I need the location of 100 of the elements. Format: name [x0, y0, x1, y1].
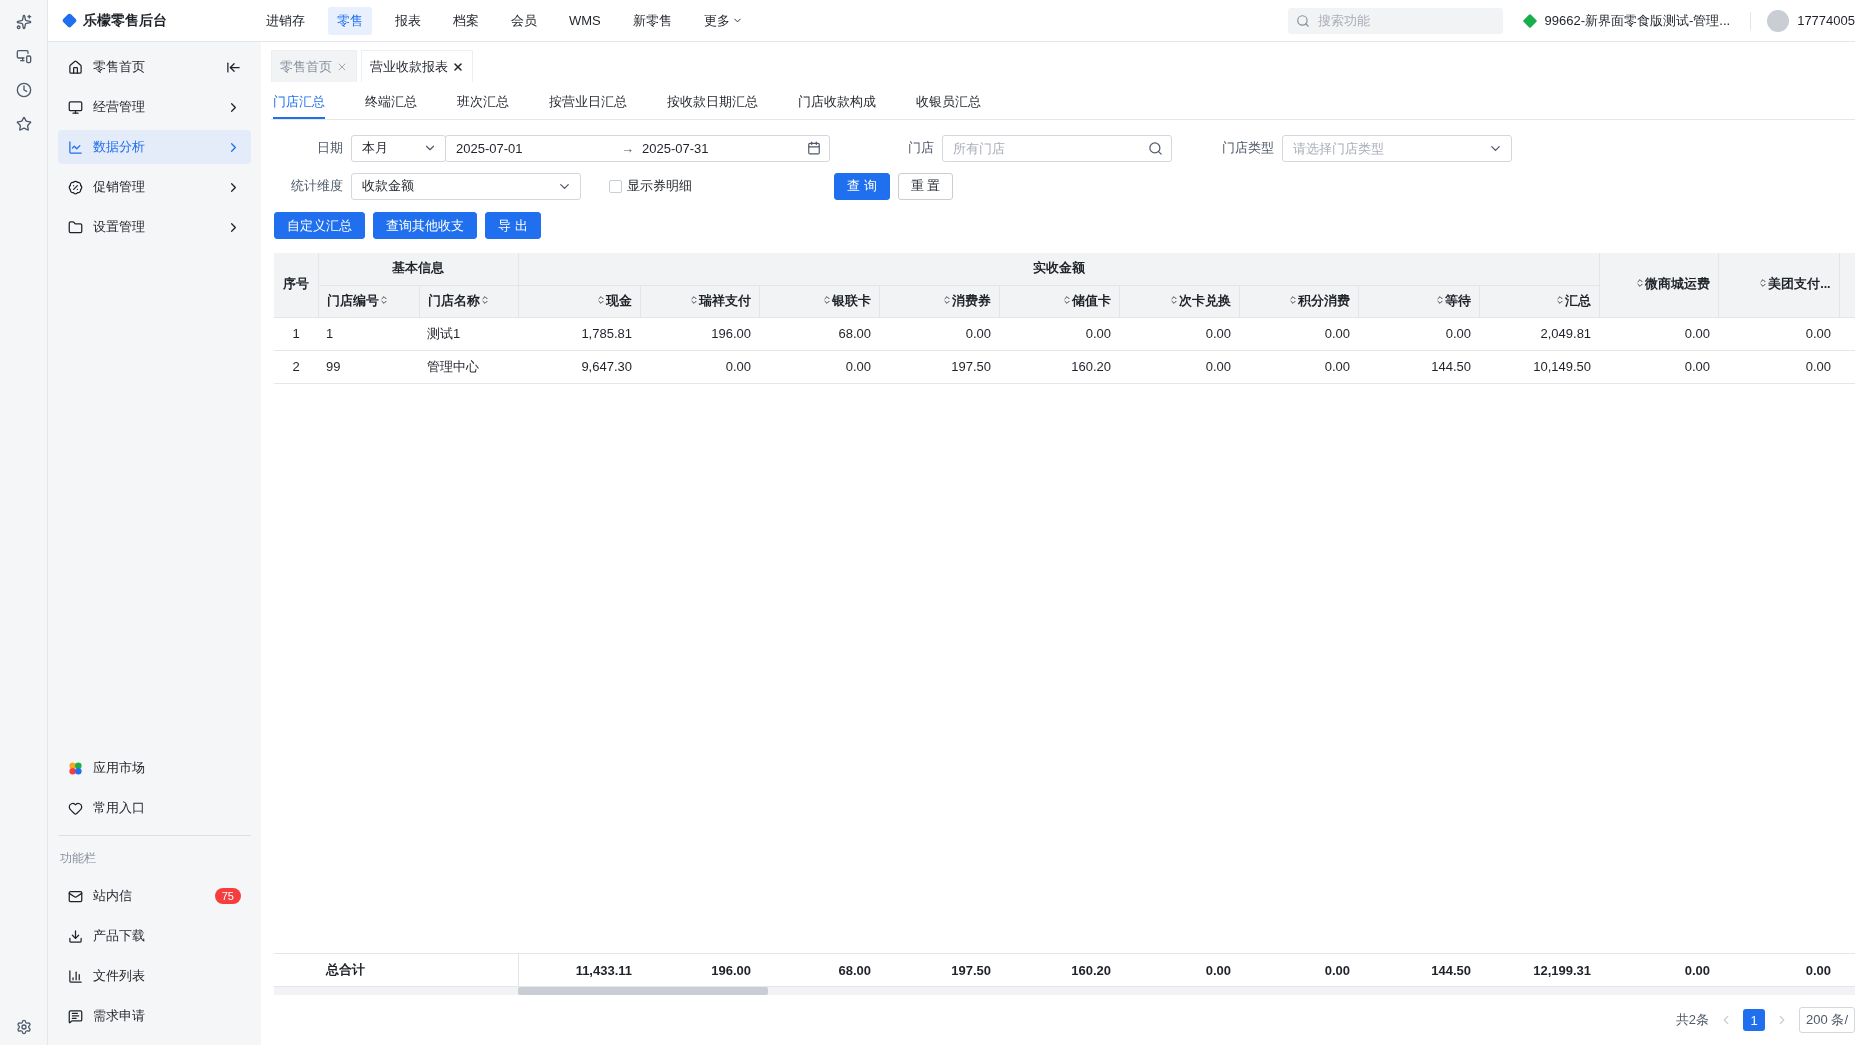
clock-icon[interactable] — [15, 82, 32, 98]
store-type-select[interactable]: 请选择门店类型 — [1282, 134, 1512, 162]
input-field[interactable]: 收款金额 — [360, 177, 551, 195]
column-header[interactable]: 等待 — [1358, 285, 1479, 317]
sort-icon[interactable] — [1168, 294, 1179, 305]
column-header[interactable]: 储值卡 — [999, 285, 1119, 317]
action-button[interactable]: 导 出 — [485, 212, 541, 239]
report-tab[interactable]: 班次汇总 — [457, 93, 509, 119]
table-cell: 9,647.30 — [518, 350, 640, 383]
sort-icon[interactable] — [1758, 278, 1769, 289]
table-cell: 0.00 — [1599, 317, 1719, 350]
input-field[interactable]: 请选择门店类型 — [1291, 139, 1482, 157]
nav-tab[interactable]: 新零售 — [623, 6, 681, 35]
nav-tab[interactable]: 档案 — [444, 6, 488, 35]
nav-tab[interactable]: 更多 — [694, 6, 752, 35]
settings-icon[interactable] — [15, 1019, 32, 1035]
close-icon[interactable] — [452, 60, 464, 73]
sidebar-item[interactable]: 促销管理 — [58, 170, 251, 204]
sidebar-item[interactable]: 常用入口 — [58, 791, 251, 825]
app-title: 乐檬零售后台 — [83, 11, 167, 30]
sidebar-item[interactable]: 数据分析 — [58, 130, 251, 164]
total-cell: 0.00 — [1239, 953, 1359, 987]
report-tab[interactable]: 终端汇总 — [365, 93, 417, 119]
user-name[interactable]: 17774005 — [1797, 13, 1855, 28]
table-cell: 197.50 — [879, 350, 999, 383]
sort-icon[interactable] — [1287, 294, 1298, 305]
message-icon — [68, 1008, 83, 1024]
page-button[interactable]: 1 — [1743, 1009, 1766, 1031]
star-icon[interactable] — [15, 116, 32, 132]
sort-icon[interactable] — [941, 294, 952, 305]
column-header[interactable]: 银联卡 — [759, 285, 879, 317]
sort-icon[interactable] — [821, 294, 832, 305]
column-header[interactable]: 微商城运费 — [1599, 253, 1719, 317]
sidebar-item[interactable]: 经营管理 — [58, 90, 251, 124]
search-field[interactable]: 搜索功能 — [1287, 7, 1503, 34]
action-button[interactable]: 自定义汇总 — [274, 212, 365, 239]
column-header[interactable]: 门店名称 — [419, 285, 518, 317]
nav-tab[interactable]: 进销存 — [257, 6, 314, 35]
table-cell: 0.00 — [1239, 317, 1358, 350]
report-tab[interactable]: 收银员汇总 — [916, 93, 981, 119]
store-icon — [1520, 11, 1539, 30]
date-range-field[interactable]: 2025-07-01 → 2025-07-31 — [445, 134, 830, 162]
sidebar-item[interactable]: 应用市场 — [58, 751, 251, 785]
input-field[interactable]: 2025-07-01 — [454, 139, 615, 157]
report-tab[interactable]: 门店收款构成 — [798, 93, 876, 119]
total-cell: 144.50 — [1358, 953, 1480, 987]
sidebar-item[interactable]: 零售首页 — [58, 50, 251, 84]
report-tab[interactable]: 门店汇总 — [273, 93, 325, 119]
column-header: 序号 — [274, 253, 318, 317]
coupon-detail-checkbox[interactable]: 显示券明细 — [609, 177, 692, 195]
column-header[interactable]: 汇总 — [1479, 285, 1600, 317]
sort-icon[interactable] — [378, 294, 389, 305]
sidebar-item[interactable]: 需求申请 — [58, 999, 251, 1033]
report-tab[interactable]: 按营业日汇总 — [549, 93, 627, 119]
table-cell: 0.00 — [1119, 317, 1239, 350]
input-field[interactable]: 本月 — [360, 139, 417, 157]
nav-tab[interactable]: 报表 — [386, 6, 430, 35]
column-header[interactable]: 积分消费 — [1239, 285, 1358, 317]
sidebar-item[interactable]: 产品下载 — [58, 919, 251, 953]
column-header[interactable]: 瑞祥支付 — [640, 285, 759, 317]
sort-icon[interactable] — [479, 294, 490, 305]
sort-icon[interactable] — [1434, 294, 1445, 305]
column-header[interactable]: 消费券 — [879, 285, 999, 317]
store-name[interactable]: 99662-新界面零食版测试-管理... — [1544, 11, 1731, 30]
table-cell: 0.00 — [1718, 350, 1840, 383]
monitor-icon — [68, 99, 83, 115]
sidebar-item[interactable]: 设置管理 — [58, 210, 251, 244]
total-label: 总合计 — [274, 953, 519, 987]
nav-tab[interactable]: 会员 — [502, 6, 546, 35]
sort-icon[interactable] — [1554, 294, 1565, 305]
sort-icon[interactable] — [1061, 294, 1072, 305]
reset-button[interactable]: 重 置 — [897, 172, 954, 200]
action-button[interactable]: 查询其他收支 — [373, 212, 477, 239]
sort-icon[interactable] — [688, 294, 699, 305]
sparkle-icon[interactable] — [15, 14, 32, 30]
sidebar-item[interactable]: 文件列表 — [58, 959, 251, 993]
horizontal-scrollbar[interactable] — [274, 987, 1855, 995]
sort-icon[interactable] — [1634, 278, 1645, 289]
column-header[interactable]: 现金 — [518, 285, 640, 317]
input-field[interactable]: 搜索功能 — [1315, 12, 1495, 29]
nav-tab[interactable]: WMS — [560, 8, 610, 33]
period-select[interactable]: 本月 — [351, 134, 446, 162]
dimension-select[interactable]: 收款金额 — [351, 172, 581, 200]
page-tab[interactable]: 营业收款报表 — [361, 50, 473, 82]
register-icon[interactable] — [15, 48, 32, 64]
column-header[interactable]: 门店编号 — [318, 285, 419, 317]
nav-tab[interactable]: 零售 — [328, 6, 372, 35]
input-field[interactable]: 所有门店 — [951, 139, 1142, 157]
sidebar-item[interactable]: 站内信 75 — [58, 879, 251, 913]
page-size-select[interactable]: 200 条/ — [1799, 1007, 1855, 1033]
table-cell: 1 — [318, 317, 419, 350]
column-header[interactable]: 次卡兑换 — [1119, 285, 1239, 317]
sort-icon[interactable] — [595, 294, 606, 305]
table-cell: 0.00 — [879, 317, 999, 350]
table-cell: 1 — [274, 317, 318, 350]
column-header[interactable]: 美团支付... — [1718, 253, 1840, 317]
report-tab[interactable]: 按收款日期汇总 — [667, 93, 758, 119]
input-field[interactable]: 2025-07-31 — [640, 139, 801, 157]
store-field[interactable]: 所有门店 — [942, 134, 1172, 162]
query-button[interactable]: 查 询 — [834, 172, 890, 200]
